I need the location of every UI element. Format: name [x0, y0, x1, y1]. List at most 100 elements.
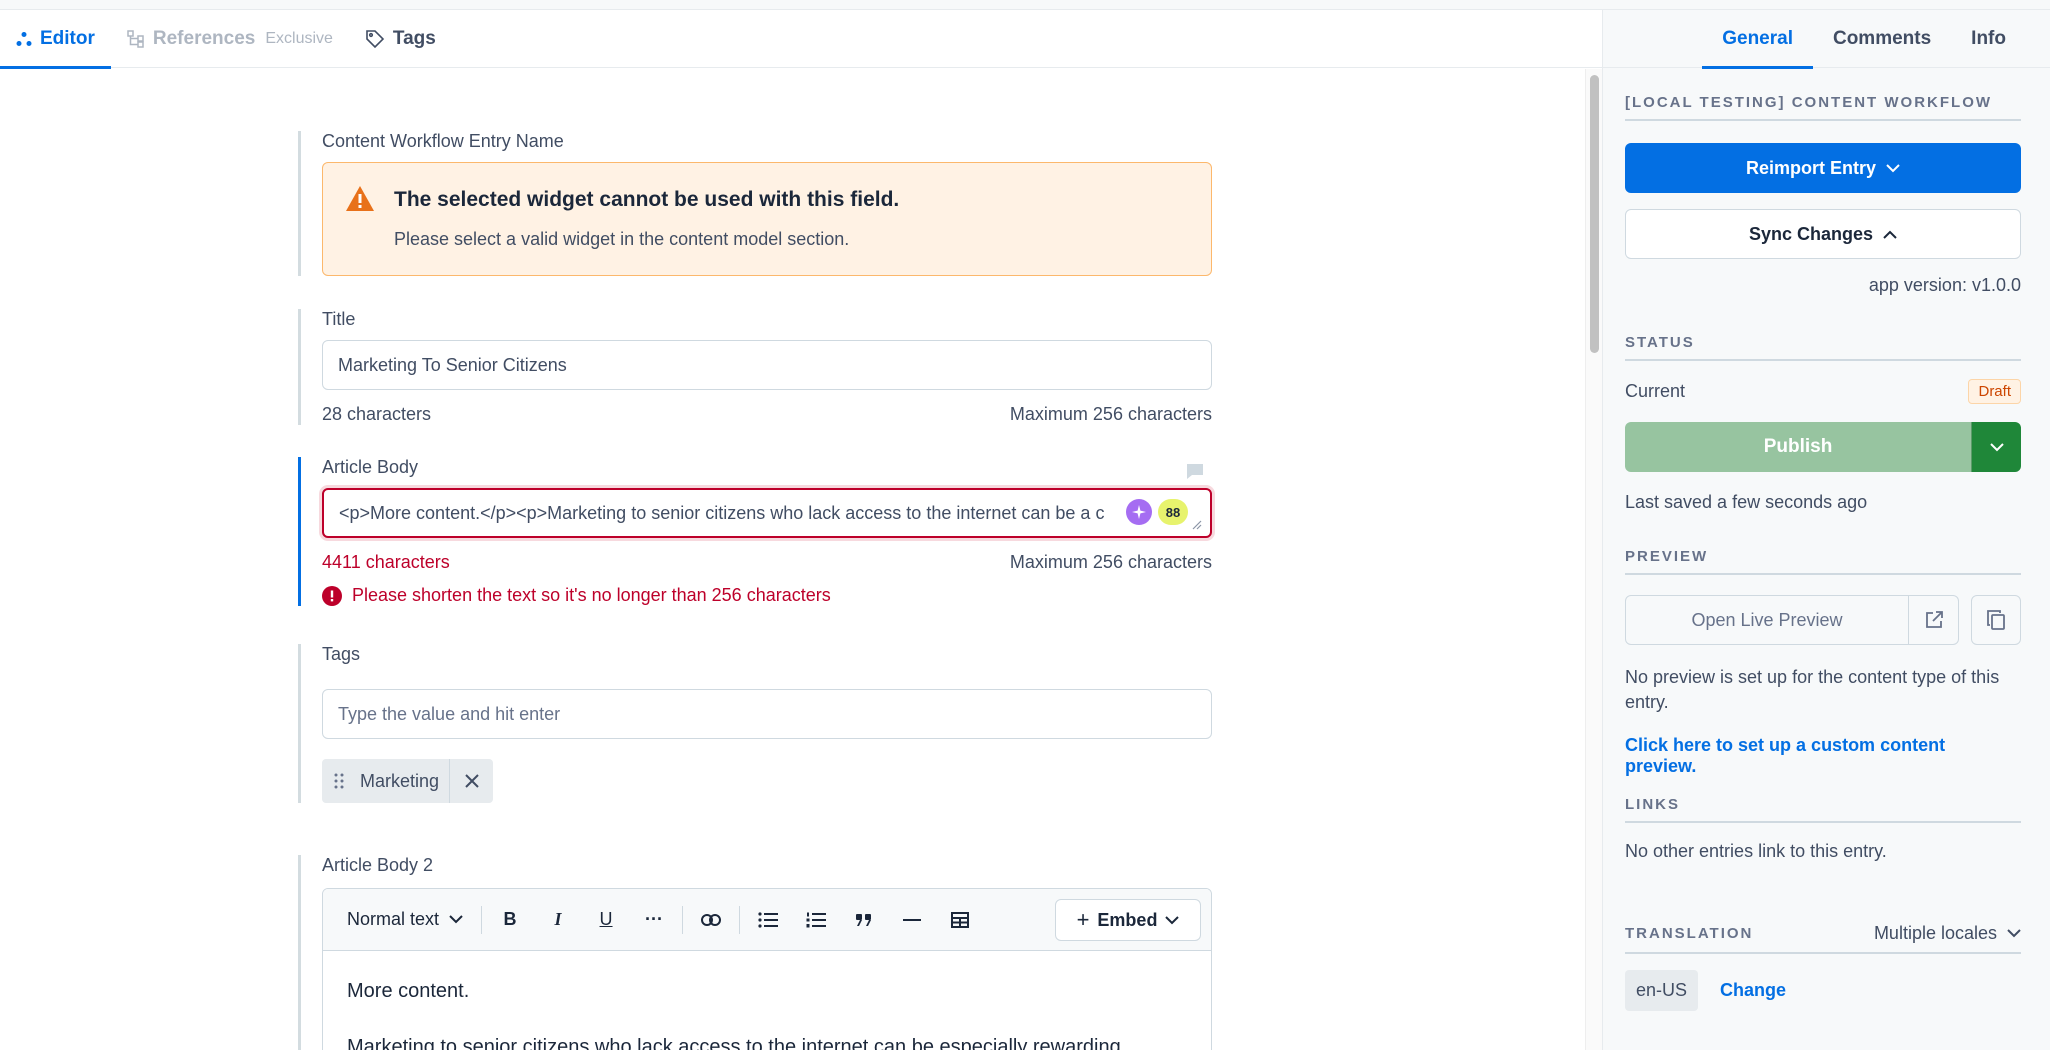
toolbar-divider: [739, 905, 741, 934]
field-article-body: Article Body <p>More content.</p><p>Mark…: [298, 457, 1212, 606]
rte-content[interactable]: More content. Marketing to senior citize…: [323, 951, 1211, 1050]
drag-handle-icon[interactable]: [322, 759, 356, 803]
scrollbar-thumb[interactable]: [1590, 75, 1599, 353]
bullet-list-icon: [758, 911, 779, 928]
editor-icon: [16, 32, 32, 46]
setup-preview-link[interactable]: Click here to set up a custom content pr…: [1625, 735, 2021, 777]
locale-mode-label: Multiple locales: [1873, 923, 1997, 943]
char-max: Maximum 256 characters: [1009, 552, 1212, 572]
resize-handle-icon[interactable]: [1192, 520, 1202, 530]
change-locale-link[interactable]: Change: [1720, 980, 1786, 1001]
tags-input[interactable]: Type the value and hit enter: [322, 689, 1212, 739]
comment-icon[interactable]: [1185, 463, 1205, 481]
tag-icon: [366, 30, 385, 49]
title-hint: 28 characters Maximum 256 characters: [322, 404, 1212, 425]
quote-icon: [856, 913, 872, 926]
tag-chip: Marketing: [322, 759, 494, 803]
bulleted-list-button[interactable]: [744, 900, 792, 940]
article-body-value: <p>More content.</p><p>Marketing to seni…: [339, 502, 1105, 523]
tab-editor[interactable]: Editor: [0, 10, 111, 69]
table-button[interactable]: [936, 900, 984, 940]
article-body-input[interactable]: <p>More content.</p><p>Marketing to seni…: [322, 488, 1212, 538]
grammar-count-badge[interactable]: 88: [1158, 499, 1188, 525]
copy-preview-button[interactable]: [1971, 595, 2021, 645]
table-icon: [951, 911, 970, 928]
horizontal-rule-button[interactable]: [888, 900, 936, 940]
editor-tabs: Editor References Exclusive Tags: [0, 10, 1602, 69]
numbered-list-icon: [806, 912, 827, 927]
rte-toolbar: Normal text B I U ··· + Embed: [323, 889, 1211, 951]
locale-mode-dropdown[interactable]: Multiple locales: [1874, 923, 2021, 944]
entry-sidebar: General Comments Info [Local Testing] Co…: [1602, 10, 2050, 1050]
chevron-down-icon: [449, 915, 463, 924]
sync-label: Sync Changes: [1748, 223, 1874, 244]
app-version: app version: v1.0.0: [1868, 275, 2021, 295]
publish-options-button[interactable]: [1971, 422, 2021, 472]
underline-button[interactable]: U: [582, 900, 630, 940]
text-format-label: Normal text: [347, 909, 440, 929]
main-scrollbar[interactable]: [1585, 69, 1602, 1050]
tab-tags[interactable]: Tags: [349, 10, 452, 68]
copy-icon: [1987, 610, 2005, 630]
field-label: Content Workflow Entry Name: [322, 131, 564, 151]
workflow-actions: Reimport Entry Sync Changes app version:…: [1625, 143, 2021, 296]
numbered-list-button[interactable]: [792, 900, 840, 940]
field-title: Title Marketing To Senior Citizens 28 ch…: [298, 309, 1212, 425]
link-icon: [701, 913, 722, 926]
text-format-dropdown[interactable]: Normal text: [333, 900, 477, 940]
workflow-section: [Local Testing] Content Workflow: [1625, 94, 2021, 121]
title-input[interactable]: Marketing To Senior Citizens: [322, 340, 1212, 390]
sync-changes-button[interactable]: Sync Changes: [1625, 209, 2021, 259]
remove-tag-button[interactable]: [449, 759, 493, 803]
publish-button[interactable]: Publish: [1625, 422, 1971, 472]
translation-heading: Translation: [1625, 925, 1754, 942]
italic-icon: I: [554, 909, 562, 929]
close-icon: [464, 774, 479, 788]
tab-general[interactable]: General: [1702, 10, 1813, 69]
quote-button[interactable]: [840, 900, 888, 940]
more-formatting-button[interactable]: ···: [630, 900, 678, 940]
tab-tags-label: Tags: [392, 28, 436, 49]
bold-button[interactable]: B: [486, 900, 534, 940]
link-button[interactable]: [687, 900, 735, 940]
status-section: Status Current Draft Publish Last saved …: [1625, 334, 2021, 513]
status-badge: Draft: [1968, 379, 2021, 404]
status-row: Current Draft: [1625, 379, 2021, 404]
open-external-button[interactable]: [1909, 595, 1959, 645]
tab-references-label: References: [152, 28, 256, 49]
preview-section: Preview Open Live Preview No preview is …: [1625, 548, 2021, 777]
embed-dropdown-button[interactable]: + Embed: [1055, 899, 1201, 941]
chevron-down-icon: [1886, 163, 1900, 172]
tab-info[interactable]: Info: [1951, 10, 2026, 68]
char-count: 4411 characters: [322, 552, 450, 572]
locale-row: en-US Change: [1625, 970, 2021, 1011]
rte-paragraph: Marketing to senior citizens who lack ac…: [347, 1036, 1121, 1050]
references-icon: [127, 30, 144, 48]
italic-button[interactable]: I: [534, 900, 582, 940]
top-strip: [0, 0, 2050, 10]
warning-text: Please select a valid widget in the cont…: [394, 229, 850, 249]
chevron-up-icon: [1883, 230, 1897, 239]
preview-controls: Open Live Preview: [1625, 595, 2021, 645]
open-live-preview-button[interactable]: Open Live Preview: [1625, 595, 1909, 645]
toolbar-divider: [481, 905, 483, 934]
translation-header: Translation Multiple locales: [1625, 923, 2021, 954]
current-label: Current: [1625, 381, 1686, 401]
locale-badge: en-US: [1625, 970, 1699, 1011]
article-body-hint: 4411 characters Maximum 256 characters: [322, 552, 1212, 573]
field-entry-name: Content Workflow Entry Name The selected…: [298, 131, 1212, 276]
plus-icon: +: [1076, 907, 1090, 932]
warning-icon: [346, 186, 374, 211]
ai-assist-icon[interactable]: [1126, 499, 1152, 525]
tab-references[interactable]: References Exclusive: [111, 10, 349, 68]
error-icon: [322, 585, 342, 606]
warning-title: The selected widget cannot be used with …: [394, 188, 900, 211]
field-label: Tags: [322, 644, 361, 664]
no-links-text: No other entries link to this entry.: [1625, 841, 1887, 861]
tab-comments[interactable]: Comments: [1813, 10, 1951, 68]
no-preview-text: No preview is set up for the content typ…: [1625, 667, 2000, 713]
external-link-icon: [1925, 611, 1943, 628]
field-label: Article Body: [322, 457, 419, 477]
reimport-entry-button[interactable]: Reimport Entry: [1625, 143, 2021, 193]
underline-icon: U: [599, 909, 613, 929]
